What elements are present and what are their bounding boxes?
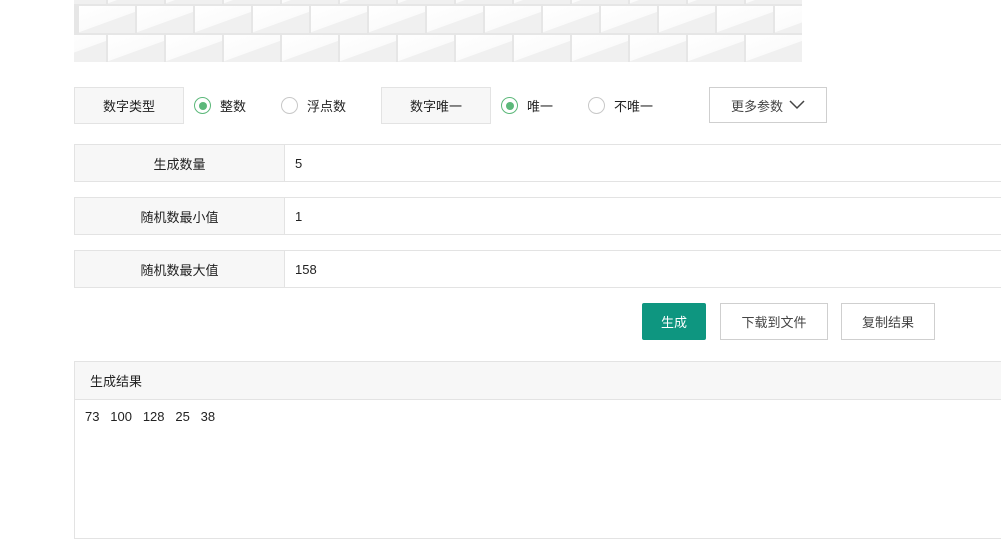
brick	[456, 0, 512, 4]
brick	[340, 0, 396, 4]
brick-row	[74, 35, 802, 62]
more-params-button[interactable]: 更多参数	[709, 87, 827, 123]
brick	[224, 35, 280, 62]
count-label: 生成数量	[75, 145, 285, 181]
brick	[427, 6, 483, 33]
brick	[601, 6, 657, 33]
unique-label: 数字唯一	[381, 87, 492, 124]
count-input[interactable]: 5	[285, 145, 1001, 181]
brick	[717, 6, 773, 33]
brick	[108, 0, 164, 4]
brick	[74, 35, 106, 62]
brick	[166, 35, 222, 62]
radio-integer[interactable]: 整数	[194, 96, 246, 115]
number-type-label: 数字类型	[74, 87, 184, 124]
brick	[775, 6, 802, 33]
copy-button[interactable]: 复制结果	[841, 303, 935, 340]
brick	[572, 35, 628, 62]
brick	[195, 6, 251, 33]
brick	[166, 0, 222, 4]
radio-not-unique[interactable]: 不唯一	[588, 96, 653, 115]
brick	[572, 0, 628, 4]
brick	[137, 6, 193, 33]
min-label: 随机数最小值	[75, 198, 285, 234]
result-output[interactable]: 73 100 128 25 38	[75, 400, 1001, 433]
brick	[282, 0, 338, 4]
brick-row	[74, 0, 802, 4]
brick	[543, 6, 599, 33]
result-title: 生成结果	[75, 362, 1001, 400]
radio-unchecked-icon	[588, 97, 606, 114]
brick-row	[79, 6, 802, 33]
brick	[398, 0, 454, 4]
brick	[630, 0, 686, 4]
chevron-down-icon	[789, 100, 805, 110]
brick	[514, 35, 570, 62]
max-input[interactable]: 158	[285, 251, 1001, 287]
count-field: 生成数量 5	[74, 144, 1001, 182]
brick	[746, 35, 802, 62]
radio-unchecked-icon	[281, 97, 299, 114]
decorative-banner	[74, 0, 802, 62]
min-field: 随机数最小值 1	[74, 197, 1001, 235]
radio-checked-icon	[194, 97, 211, 114]
max-field: 随机数最大值 158	[74, 250, 1001, 288]
radio-unique[interactable]: 唯一	[501, 96, 553, 115]
brick	[253, 6, 309, 33]
brick	[688, 0, 744, 4]
brick	[311, 6, 367, 33]
brick	[282, 35, 338, 62]
brick	[456, 35, 512, 62]
min-input[interactable]: 1	[285, 198, 1001, 234]
radio-checked-icon	[501, 97, 519, 114]
brick	[659, 6, 715, 33]
result-panel: 生成结果 73 100 128 25 38	[74, 361, 1001, 539]
radio-float[interactable]: 浮点数	[281, 96, 346, 115]
radio-float-label: 浮点数	[307, 100, 347, 115]
brick	[340, 35, 396, 62]
more-params-label: 更多参数	[730, 99, 783, 115]
brick	[369, 6, 425, 33]
brick	[688, 35, 744, 62]
number-type-row: 数字类型 整数 浮点数 数字唯一 唯一 不唯一	[74, 87, 653, 124]
brick	[74, 0, 106, 4]
download-button[interactable]: 下载到文件	[720, 303, 828, 340]
brick	[108, 35, 164, 62]
brick	[224, 0, 280, 4]
radio-not-unique-label: 不唯一	[614, 100, 654, 115]
brick	[514, 0, 570, 4]
radio-integer-label: 整数	[220, 100, 247, 115]
brick	[485, 6, 541, 33]
brick	[79, 6, 135, 33]
radio-unique-label: 唯一	[527, 100, 554, 115]
max-label: 随机数最大值	[75, 251, 285, 287]
brick	[398, 35, 454, 62]
generate-button[interactable]: 生成	[642, 303, 706, 340]
brick	[630, 35, 686, 62]
brick	[746, 0, 802, 4]
